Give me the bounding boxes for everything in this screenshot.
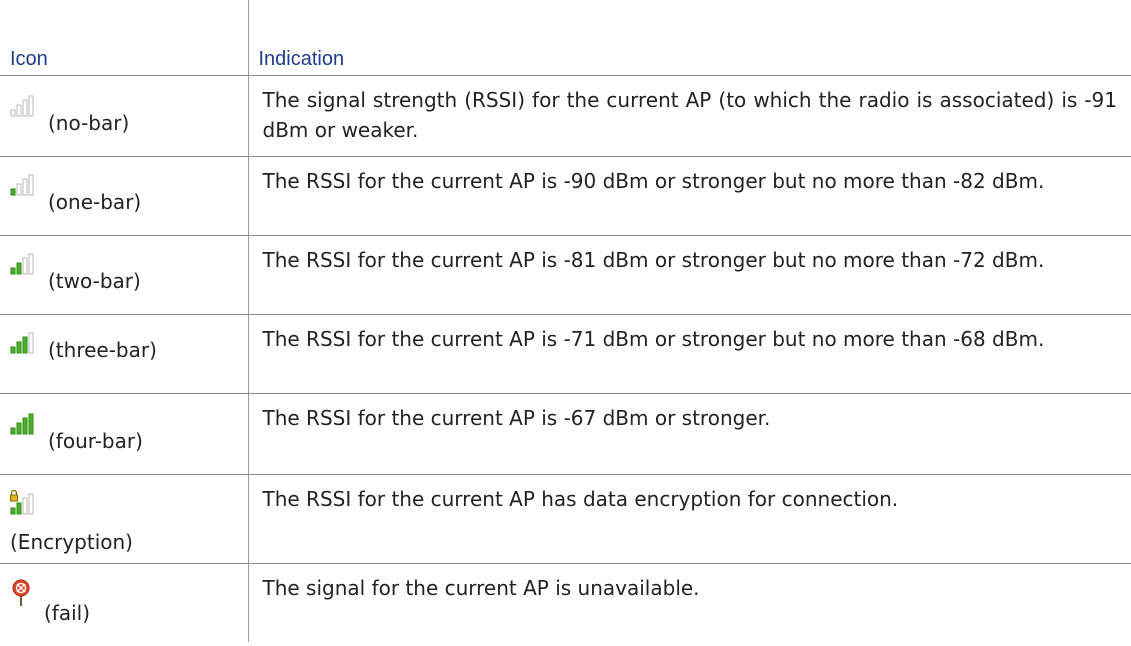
- indication-text: The RSSI for the current AP is -67 dBm o…: [248, 393, 1131, 475]
- icon-label: (three-bar): [48, 338, 157, 362]
- icon-label: (four-bar): [48, 429, 143, 453]
- signal-four-bar-icon: [10, 413, 34, 435]
- indication-text: The RSSI for the current AP has data enc…: [248, 474, 1131, 564]
- table-row: (fail) The signal for the current AP is …: [0, 563, 1131, 642]
- table-row: (no-bar) The signal strength (RSSI) for …: [0, 75, 1131, 157]
- table-row: (Encryption) The RSSI for the current AP…: [0, 474, 1131, 564]
- icon-label: (two-bar): [48, 269, 141, 293]
- signal-no-bar-icon: [10, 95, 34, 117]
- signal-two-bar-icon: [10, 253, 34, 275]
- indication-text: The RSSI for the current AP is -71 dBm o…: [248, 314, 1131, 394]
- signal-fail-icon: [12, 579, 30, 606]
- icon-label: (no-bar): [48, 111, 130, 135]
- indication-text: The signal strength (RSSI) for the curre…: [248, 75, 1131, 157]
- indication-text: The RSSI for the current AP is -90 dBm o…: [248, 156, 1131, 236]
- icon-label: (fail): [44, 601, 91, 625]
- indication-column-header: Indication: [248, 0, 1131, 76]
- indication-text: The RSSI for the current AP is -81 dBm o…: [248, 235, 1131, 315]
- table-header-row: Icon Indication: [0, 0, 1131, 76]
- signal-encryption-icon: [10, 489, 34, 515]
- signal-one-bar-icon: [10, 174, 34, 196]
- table-row: (one-bar) The RSSI for the current AP is…: [0, 156, 1131, 236]
- signal-three-bar-icon: [10, 332, 34, 354]
- icon-column-header: Icon: [0, 0, 249, 76]
- table-row: (three-bar) The RSSI for the current AP …: [0, 314, 1131, 394]
- indication-text: The signal for the current AP is unavail…: [262, 576, 700, 600]
- table-row: (two-bar) The RSSI for the current AP is…: [0, 235, 1131, 315]
- icon-label: (one-bar): [48, 190, 142, 214]
- table-row: (four-bar) The RSSI for the current AP i…: [0, 393, 1131, 475]
- icon-label: (Encryption): [10, 530, 133, 554]
- signal-icon-table: Icon Indication (no-bar) The signal stre…: [0, 0, 1131, 642]
